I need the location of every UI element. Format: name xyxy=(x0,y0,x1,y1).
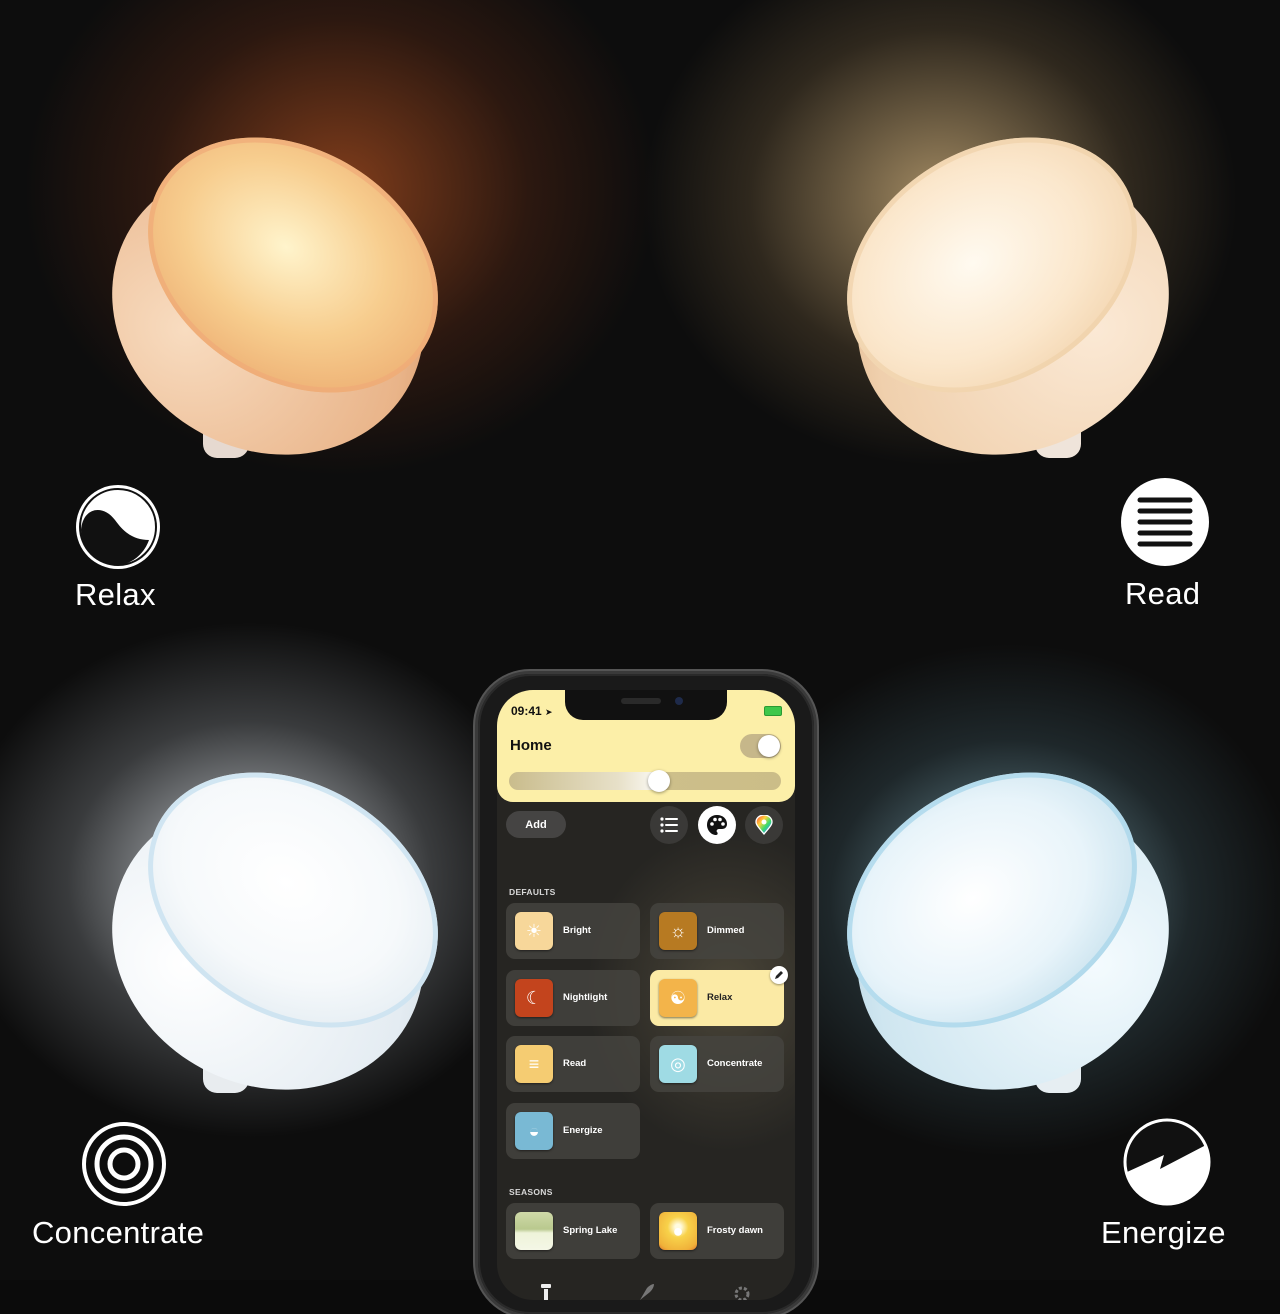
toggle-knob xyxy=(758,735,780,757)
list-icon xyxy=(660,817,678,833)
scene-tile-read[interactable]: ≡ Read xyxy=(506,1036,640,1092)
gear-icon[interactable] xyxy=(733,1284,751,1300)
brightness-slider-thumb[interactable] xyxy=(647,770,670,792)
scene-tile-label: Spring Lake xyxy=(563,1225,618,1236)
pencil-icon xyxy=(775,971,783,979)
scene-tile-frosty-dawn[interactable]: ● Frosty dawn xyxy=(650,1203,784,1259)
scene-label-concentrate: Concentrate xyxy=(32,1215,205,1250)
edit-scene-button[interactable] xyxy=(770,966,788,984)
relax-icon: ☯ xyxy=(659,979,697,1017)
color-picker-button[interactable] xyxy=(745,806,783,844)
section-header-seasons: SEASONS xyxy=(509,1187,553,1197)
scene-tile-label: Nightlight xyxy=(563,992,608,1003)
scene-tile-label: Relax xyxy=(707,992,733,1003)
moon-icon: ☾ xyxy=(515,979,553,1017)
phone-mockup: 09:41 ➤ Home Add DEFAULTS ☀ Bright ☼ Dimmed ☾… xyxy=(478,674,814,1314)
scene-tile-bright[interactable]: ☀ Bright xyxy=(506,903,640,959)
scene-tile-spring-lake[interactable]: Spring Lake xyxy=(506,1203,640,1259)
scenes-palette-button[interactable] xyxy=(698,806,736,844)
scene-tile-energize[interactable]: ◒ Energize xyxy=(506,1103,640,1159)
rocket-icon[interactable] xyxy=(637,1284,655,1300)
scene-label-energize: Energize xyxy=(1101,1215,1226,1250)
brightness-slider[interactable] xyxy=(509,770,781,792)
app-screen: 09:41 ➤ Home Add DEFAULTS ☀ Bright ☼ Dimmed ☾… xyxy=(497,690,795,1300)
scene-tile-concentrate[interactable]: ◎ Concentrate xyxy=(650,1036,784,1092)
scene-tile-label: Energize xyxy=(563,1125,603,1136)
phone-notch xyxy=(565,690,727,720)
scene-tile-label: Frosty dawn xyxy=(707,1225,763,1236)
list-view-button[interactable] xyxy=(650,806,688,844)
relax-icon xyxy=(76,485,160,569)
concentrate-icon: ◎ xyxy=(659,1045,697,1083)
scene-tile-label: Concentrate xyxy=(707,1058,763,1069)
location-arrow-icon: ➤ xyxy=(545,707,553,717)
read-icon: ≡ xyxy=(515,1045,553,1083)
concentrate-icon xyxy=(82,1122,166,1206)
scene-label-relax: Relax xyxy=(75,577,156,612)
read-icon xyxy=(1121,478,1209,566)
scene-tile-label: Bright xyxy=(563,925,591,936)
scene-label-read: Read xyxy=(1125,576,1201,611)
color-pin-icon xyxy=(755,815,773,835)
scene-tile-relax[interactable]: ☯ Relax xyxy=(650,966,788,1026)
status-time: 09:41 ➤ xyxy=(511,704,553,718)
scene-tile-label: Read xyxy=(563,1058,587,1069)
lamp-energize-photo xyxy=(799,720,1220,1144)
add-scene-button[interactable]: Add xyxy=(506,811,566,838)
palette-icon xyxy=(707,815,727,835)
lamp-concentrate-photo xyxy=(61,720,486,1144)
dim-sun-icon: ☼ xyxy=(659,912,697,950)
sun-icon: ☀ xyxy=(515,912,553,950)
scene-tile-dimmed[interactable]: ☼ Dimmed xyxy=(650,903,784,959)
home-lamp-icon[interactable] xyxy=(537,1284,555,1300)
scene-tile-nightlight[interactable]: ☾ Nightlight xyxy=(506,970,640,1026)
scene-tile-label: Dimmed xyxy=(707,925,745,936)
battery-charging-icon xyxy=(764,706,782,716)
room-power-toggle[interactable] xyxy=(740,734,781,758)
room-title: Home xyxy=(510,737,552,754)
section-header-defaults: DEFAULTS xyxy=(509,887,556,897)
energize-icon: ◒ xyxy=(515,1112,553,1150)
lamp-read-photo xyxy=(799,85,1220,509)
energize-icon xyxy=(1123,1118,1211,1206)
lamp-relax-photo xyxy=(61,85,486,509)
spring-lake-thumbnail xyxy=(515,1212,553,1250)
frosty-dawn-thumbnail: ● xyxy=(659,1212,697,1250)
